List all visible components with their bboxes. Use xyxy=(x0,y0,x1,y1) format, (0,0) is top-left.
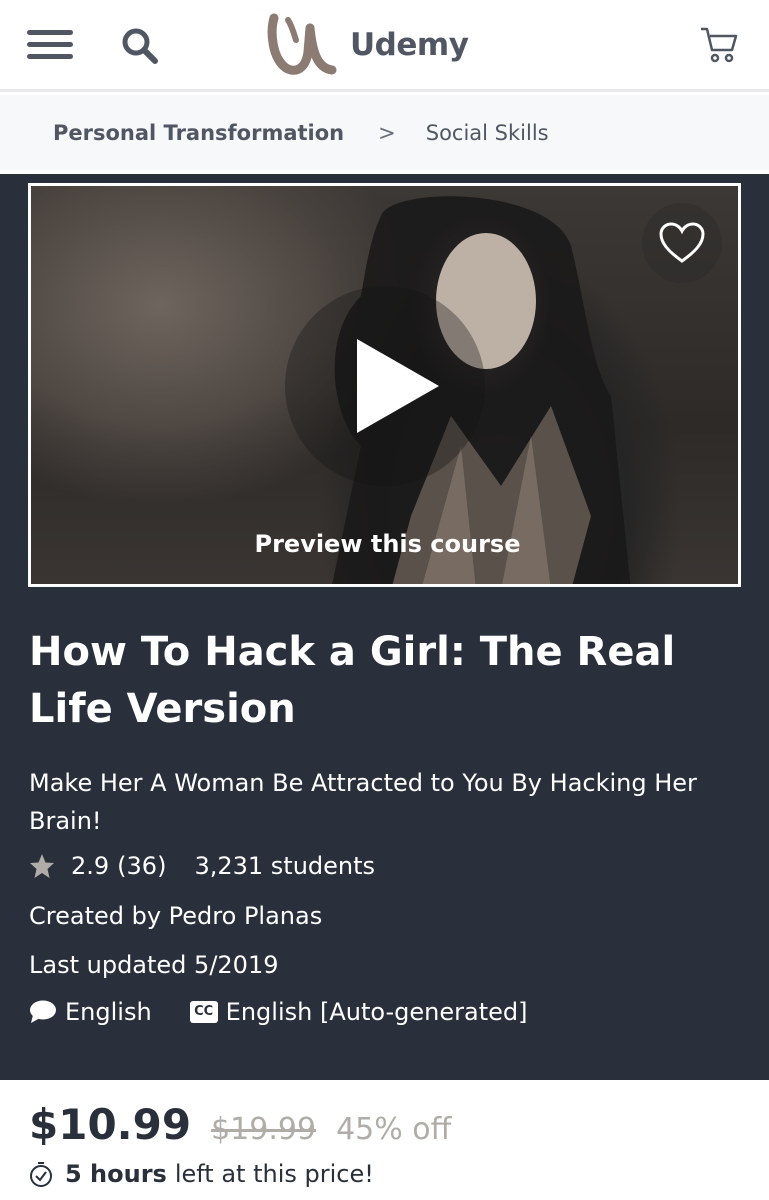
closed-captions-icon: CC xyxy=(189,1001,218,1023)
menu-icon[interactable] xyxy=(27,30,73,60)
course-hero: Preview this course How To Hack a Girl: … xyxy=(0,174,769,1080)
cart-icon[interactable] xyxy=(698,24,740,66)
breadcrumb-item-personal-transformation[interactable]: Personal Transformation xyxy=(53,121,344,145)
udemy-logo-mark xyxy=(267,13,337,75)
price-row: $10.99 $19.99 45% off xyxy=(29,1100,451,1149)
heart-icon xyxy=(659,222,705,263)
last-updated: Last updated 5/2019 xyxy=(29,951,279,979)
wishlist-button[interactable] xyxy=(642,203,722,283)
breadcrumb-item-social-skills[interactable]: Social Skills xyxy=(426,121,549,145)
current-price: $10.99 xyxy=(29,1100,192,1149)
course-language: English xyxy=(65,998,152,1026)
star-icon xyxy=(30,854,54,878)
logo-text: Udemy xyxy=(350,27,469,63)
stopwatch-icon xyxy=(30,1162,52,1187)
udemy-logo[interactable]: Udemy xyxy=(266,12,469,78)
timer-text: left at this price! xyxy=(174,1160,374,1188)
rating-row: 2.9 (36) 3,231 students xyxy=(29,852,375,880)
course-subtitle: Make Her A Woman Be Attracted to You By … xyxy=(29,769,697,835)
rating-count: (36) xyxy=(117,852,167,880)
play-icon[interactable] xyxy=(357,339,439,433)
students-count: 3,231 students xyxy=(194,852,376,880)
course-captions: English [Auto-generated] xyxy=(225,998,528,1026)
preview-label[interactable]: Preview this course xyxy=(31,530,738,558)
rating-value: 2.9 xyxy=(71,852,110,880)
timer-hours: 5 hours xyxy=(65,1160,167,1188)
breadcrumb: Personal Transformation > Social Skills xyxy=(0,95,769,170)
course-title: How To Hack a Girl: The Real Life Versio… xyxy=(29,629,676,732)
top-nav-bar: Udemy xyxy=(0,0,769,92)
search-icon[interactable] xyxy=(120,26,160,66)
course-preview-video[interactable]: Preview this course xyxy=(28,183,741,587)
price-area: $10.99 $19.99 45% off 5 hours left at th… xyxy=(0,1080,769,1200)
original-price: $19.99 xyxy=(211,1112,317,1147)
course-creator[interactable]: Created by Pedro Planas xyxy=(29,902,322,930)
breadcrumb-separator: > xyxy=(378,120,396,145)
discount-percent: 45% off xyxy=(336,1112,452,1147)
price-timer: 5 hours left at this price! xyxy=(29,1160,374,1188)
language-row: English CC English [Auto-generated] xyxy=(29,998,527,1026)
speech-bubble-icon xyxy=(30,1000,56,1023)
